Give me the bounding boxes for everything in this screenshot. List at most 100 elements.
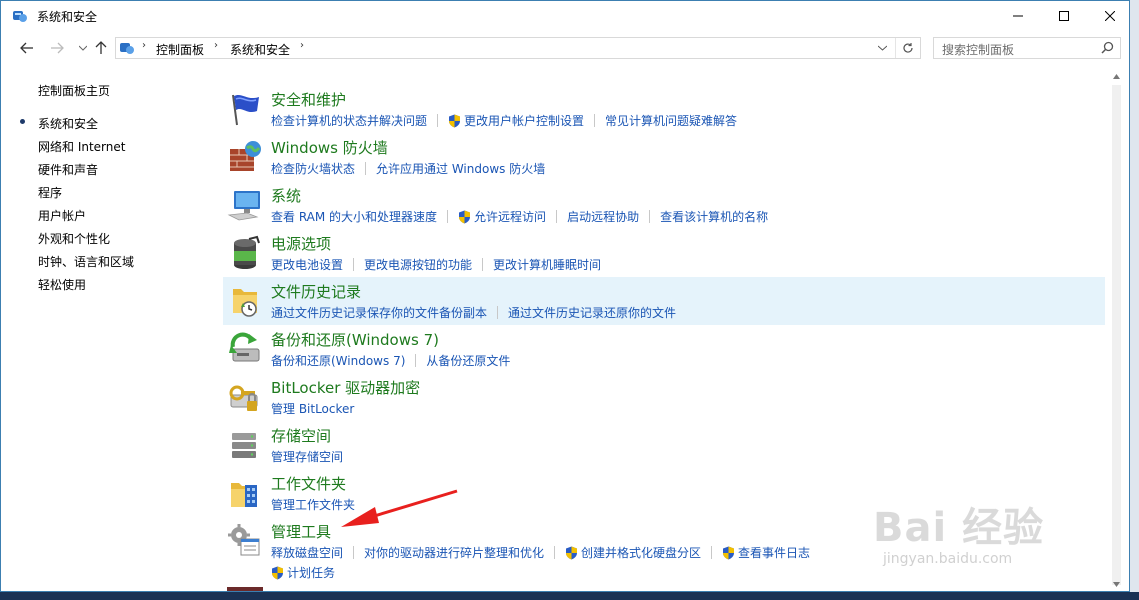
restore-files-link[interactable]: 通过文件历史记录还原你的文件 [508,304,676,321]
sidebar-item-ease-of-access[interactable]: 轻松使用 [38,276,86,293]
recent-locations-button[interactable] [73,39,93,57]
free-disk-space-link[interactable]: 释放磁盘空间 [271,544,343,561]
work-folder-icon [231,483,257,507]
category-power-options: 电源选项 更改电池设置 更改电源按钮的功能 更改计算机睡眠时间 [223,229,1105,277]
sidebar-item-hardware[interactable]: 硬件和声音 [38,161,98,178]
watermark-brand: Bai 经验 [873,505,1045,551]
uac-shield-icon [723,546,735,559]
category-title[interactable]: BitLocker 驱动器加密 [271,377,420,398]
chevron-down-icon [79,45,87,51]
forward-button[interactable] [47,39,67,57]
breadcrumb-control-panel[interactable]: 控制面板 [156,41,204,58]
storage-icon [232,433,256,458]
schedule-tasks-link[interactable]: 计划任务 [271,564,335,581]
backup-restore-link[interactable]: 备份和还原(Windows 7) [271,352,405,369]
link-text: 更改电池设置 [271,258,344,272]
battery-settings-link[interactable]: 更改电池设置 [271,256,343,273]
view-event-logs-link[interactable]: 查看事件日志 [722,544,810,561]
sidebar-item-programs[interactable]: 程序 [38,184,62,201]
scroll-up-arrow-icon [1113,73,1120,79]
bitlocker-icon [229,385,258,411]
taskbar [0,592,1139,600]
category-storage-spaces: 存储空间 管理存储空间 [223,421,1105,469]
defragment-link[interactable]: 对你的驱动器进行碎片整理和优化 [364,544,544,561]
category-title[interactable]: 文件历史记录 [271,281,361,302]
up-button[interactable] [91,39,111,57]
back-arrow-icon [20,42,33,54]
link-text: 释放磁盘空间 [271,546,344,560]
link-text: 检查计算机的状态并解决问题 [271,114,428,128]
scroll-down-button[interactable] [1110,577,1123,591]
address-bar[interactable]: › 控制面板 › 系统和安全 › [115,37,921,59]
sleep-time-link[interactable]: 更改计算机睡眠时间 [493,256,601,273]
maximize-button[interactable] [1041,1,1087,31]
save-backup-link[interactable]: 通过文件历史记录保存你的文件备份副本 [271,304,487,321]
link-text: 检查防火墙状态 [271,162,356,176]
computer-icon [227,191,260,221]
sidebar-control-panel-home[interactable]: 控制面板主页 [38,82,110,99]
breadcrumb-system-security[interactable]: 系统和安全 [230,41,290,58]
manage-storage-link[interactable]: 管理存储空间 [271,448,343,465]
create-partition-link[interactable]: 创建并格式化硬盘分区 [565,544,701,561]
refresh-button[interactable] [895,38,920,58]
breadcrumb-chevron-icon[interactable]: › [214,40,218,51]
current-item-bullet-icon [20,119,25,124]
scroll-up-button[interactable] [1110,69,1123,83]
up-arrow-icon [95,41,107,54]
address-dropdown-button[interactable] [872,38,892,58]
category-title[interactable]: Windows 防火墙 [271,137,388,158]
minimize-icon [1013,15,1023,17]
forward-arrow-icon [51,42,64,54]
manage-bitlocker-link[interactable]: 管理 BitLocker [271,400,354,417]
firewall-status-link[interactable]: 检查防火墙状态 [271,160,355,177]
category-title[interactable]: 管理工具 [271,521,331,542]
search-box[interactable]: 搜索控制面板 [933,37,1121,59]
link-text: 允许远程访问 [474,210,547,224]
category-system: 系统 查看 RAM 的大小和处理器速度 允许远程访问 启动远程协助 查看该计算机… [223,181,1105,229]
computer-name-link[interactable]: 查看该计算机的名称 [660,208,768,225]
breadcrumb-chevron-icon[interactable]: › [300,40,304,51]
uac-settings-link[interactable]: 更改用户帐户控制设置 [448,112,584,129]
restore-from-backup-link[interactable]: 从备份还原文件 [426,352,510,369]
allow-app-firewall-link[interactable]: 允许应用通过 Windows 防火墙 [376,160,545,177]
close-button[interactable] [1087,1,1129,31]
category-firewall: Windows 防火墙 检查防火墙状态 允许应用通过 Windows 防火墙 [223,133,1105,181]
window-title: 系统和安全 [37,10,98,24]
link-text: 通过文件历史记录还原你的文件 [508,306,677,320]
minimize-button[interactable] [995,1,1041,31]
uac-shield-icon [566,546,578,559]
uac-shield-icon [272,566,283,579]
desktop-edge [1130,0,1139,592]
title-bar: 系统和安全 [1,1,1129,31]
category-title[interactable]: 存储空间 [271,425,331,446]
category-title[interactable]: 备份和还原(Windows 7) [271,329,439,350]
view-ram-link[interactable]: 查看 RAM 的大小和处理器速度 [271,208,437,225]
sidebar-item-appearance[interactable]: 外观和个性化 [38,230,110,247]
category-title[interactable]: 电源选项 [271,233,331,254]
breadcrumb-chevron-icon[interactable]: › [142,40,146,51]
category-file-history: 文件历史记录 通过文件历史记录保存你的文件备份副本 通过文件历史记录还原你的文件 [223,277,1105,325]
search-icon[interactable] [1101,41,1114,54]
back-button[interactable] [17,39,37,57]
sidebar-item-network[interactable]: 网络和 Internet [38,138,125,155]
vertical-scrollbar[interactable] [1110,69,1123,591]
battery-icon [234,235,260,269]
link-text: 查看事件日志 [738,546,811,560]
category-bitlocker: BitLocker 驱动器加密 管理 BitLocker [223,373,1105,421]
remote-assistance-link[interactable]: 启动远程协助 [567,208,639,225]
category-title[interactable]: 安全和维护 [271,89,346,110]
sidebar-item-clock-region[interactable]: 时钟、语言和区域 [38,253,134,270]
scroll-thumb[interactable] [1112,85,1121,585]
allow-remote-access-link[interactable]: 允许远程访问 [458,208,546,225]
power-button-link[interactable]: 更改电源按钮的功能 [364,256,472,273]
uac-shield-icon [459,210,471,223]
troubleshoot-link[interactable]: 常见计算机问题疑难解答 [605,112,737,129]
close-icon [1105,11,1115,21]
sidebar-item-user-accounts[interactable]: 用户帐户 [38,207,86,224]
check-status-link[interactable]: 检查计算机的状态并解决问题 [271,112,427,129]
flag-icon [232,94,259,126]
category-title[interactable]: 系统 [271,185,301,206]
maximize-icon [1059,11,1069,21]
link-text: 允许应用通过 Windows 防火墙 [376,162,546,176]
link-text: 管理 BitLocker [271,402,355,416]
